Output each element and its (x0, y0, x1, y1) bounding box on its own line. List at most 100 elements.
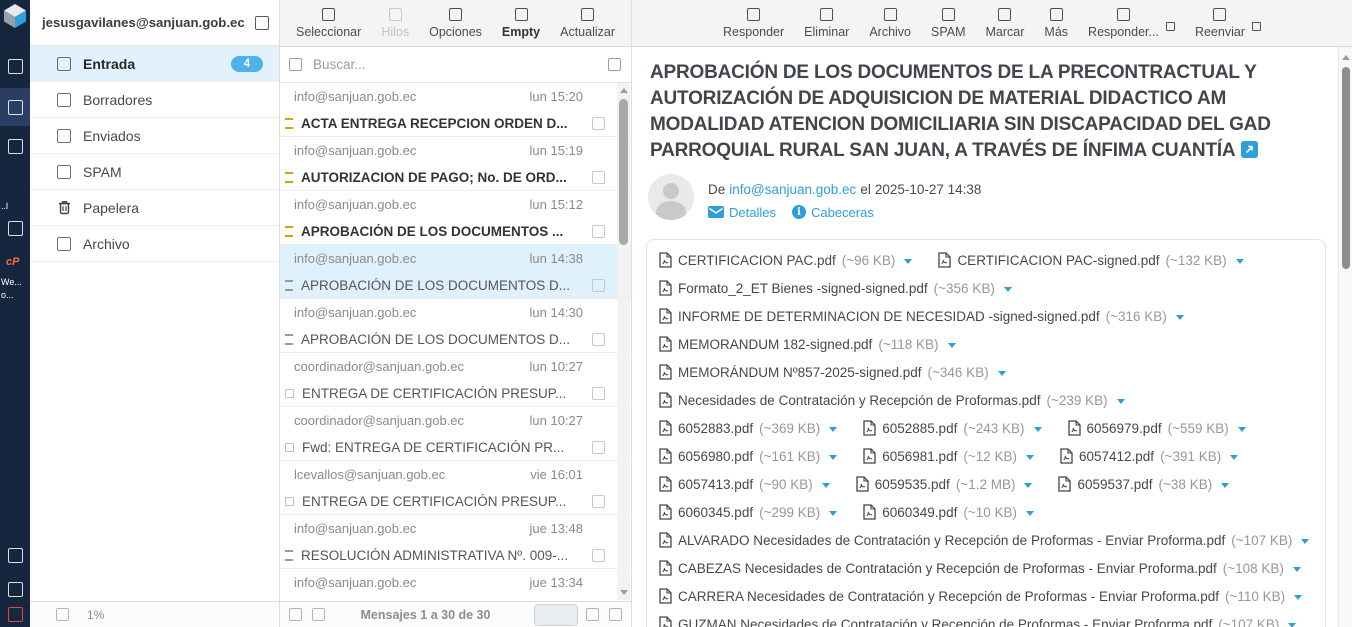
folder-item-entrada[interactable]: Entrada 4 (30, 46, 279, 82)
attachment-menu-icon[interactable] (829, 427, 837, 432)
attachment-item[interactable]: CERTIFICACION PAC.pdf (~96 KB) (659, 252, 912, 268)
message-scrollbar[interactable] (1338, 47, 1352, 627)
attachment-menu-icon[interactable] (1034, 427, 1042, 432)
message-checkbox[interactable] (592, 549, 605, 562)
message-row[interactable]: lcevallos@sanjuan.gob.ec vie 16:01 ENTRE… (280, 461, 631, 515)
attachment-menu-icon[interactable] (948, 343, 956, 348)
toolbar-button-seleccionar[interactable]: Seleccionar (296, 8, 361, 39)
message-checkbox[interactable] (592, 171, 605, 184)
toolbar-button-marcar[interactable]: Marcar (986, 8, 1025, 39)
taskbar-app-icon-3[interactable] (8, 221, 23, 236)
toolbar-button-archivo[interactable]: Archivo (869, 8, 911, 39)
attachment-item[interactable]: CARRERA Necesidades de Contratación y Re… (659, 588, 1302, 604)
attachment-menu-icon[interactable] (1238, 427, 1246, 432)
headers-link[interactable]: i Cabeceras (792, 205, 874, 220)
attachment-item[interactable]: 6060345.pdf (~299 KB) (659, 504, 837, 520)
attachment-menu-icon[interactable] (822, 483, 830, 488)
toolbar-button-empty[interactable]: Empty (502, 8, 540, 39)
prev-page-icon[interactable] (312, 608, 325, 621)
folder-item-papelera[interactable]: Papelera (30, 190, 279, 226)
attachment-menu-icon[interactable] (1117, 399, 1125, 404)
folder-item-archivo[interactable]: Archivo (30, 226, 279, 262)
attachment-menu-icon[interactable] (1176, 315, 1184, 320)
attachment-item[interactable]: 6060349.pdf (~10 KB) (863, 504, 1034, 520)
attachment-item[interactable]: 6052885.pdf (~243 KB) (863, 420, 1041, 436)
attachment-item[interactable]: 6059535.pdf (~1.2 MB) (856, 476, 1033, 492)
cpanel-logo-icon[interactable]: cP (6, 256, 19, 268)
attachment-menu-icon[interactable] (904, 259, 912, 264)
message-checkbox[interactable] (592, 333, 605, 346)
attachment-item[interactable]: INFORME DE DETERMINACION DE NECESIDAD -s… (659, 308, 1184, 324)
sender-email-link[interactable]: info@sanjuan.gob.ec (729, 182, 856, 197)
attachment-item[interactable]: MEMORÁNDUM Nº857-2025-signed.pdf (~346 K… (659, 364, 1006, 380)
attachment-item[interactable]: 6056980.pdf (~161 KB) (659, 448, 837, 464)
attachment-item[interactable]: 6059537.pdf (~38 KB) (1058, 476, 1229, 492)
toolbar-button-hilos[interactable]: Hilos (381, 8, 409, 39)
account-settings-icon[interactable] (255, 16, 269, 30)
attachment-item[interactable]: Formato_2_ET Bienes -signed-signed.pdf (… (659, 280, 1012, 296)
attachment-menu-icon[interactable] (1288, 623, 1296, 627)
attachment-menu-icon[interactable] (1293, 567, 1301, 572)
toolbar-button-responder[interactable]: Responder... (1088, 8, 1159, 39)
folder-item-borradores[interactable]: Borradores (30, 82, 279, 118)
attachment-menu-icon[interactable] (1301, 539, 1309, 544)
attachment-item[interactable]: CABEZAS Necesidades de Contratación y Re… (659, 560, 1301, 576)
taskbar-app-icon-1[interactable] (8, 59, 23, 74)
toolbar-button-m-s[interactable]: Más (1044, 8, 1068, 39)
attachment-menu-icon[interactable] (1236, 259, 1244, 264)
attachment-menu-icon[interactable] (1230, 455, 1238, 460)
page-number-input[interactable] (534, 604, 578, 626)
webmail-home-label-2[interactable]: o... (1, 290, 30, 300)
folder-item-enviados[interactable]: Enviados (30, 118, 279, 154)
toolbar-button-opciones[interactable]: Opciones (429, 8, 482, 39)
attachment-item[interactable]: GUZMAN Necesidades de Contratación y Rec… (659, 616, 1296, 627)
message-row[interactable]: info@sanjuan.gob.ec lun 15:20 ACTA ENTRE… (280, 83, 631, 137)
webmail-logo-icon[interactable] (2, 3, 28, 30)
attachment-menu-icon[interactable] (998, 371, 1006, 376)
taskbar-mail-icon[interactable] (8, 100, 23, 115)
open-in-new-window-icon[interactable] (1241, 141, 1258, 158)
message-row[interactable]: info@sanjuan.gob.ec lun 15:19 AUTORIZACI… (280, 137, 631, 191)
next-page-icon[interactable] (586, 608, 599, 621)
webmail-home-label-1[interactable]: We... (1, 277, 30, 287)
dropdown-arrow-icon[interactable] (1252, 22, 1261, 31)
last-page-icon[interactable] (609, 608, 622, 621)
attachment-menu-icon[interactable] (829, 455, 837, 460)
message-row[interactable]: info@sanjuan.gob.ec lun 14:38 APROBACIÓN… (280, 245, 631, 299)
message-checkbox[interactable] (592, 279, 605, 292)
search-options-icon[interactable] (608, 58, 621, 71)
toolbar-button-actualizar[interactable]: Actualizar (560, 8, 615, 39)
message-checkbox[interactable] (592, 117, 605, 130)
toolbar-button-responder[interactable]: Responder (723, 8, 784, 39)
attachment-menu-icon[interactable] (1026, 455, 1034, 460)
toolbar-button-eliminar[interactable]: Eliminar (804, 8, 849, 39)
message-row[interactable]: info@sanjuan.gob.ec jue 13:48 RESOLUCIÓN… (280, 515, 631, 569)
attachment-item[interactable]: Necesidades de Contratación y Recepción … (659, 392, 1125, 408)
toolbar-button-spam[interactable]: SPAM (931, 8, 966, 39)
attachment-item[interactable]: 6057412.pdf (~391 KB) (1060, 448, 1238, 464)
taskbar-app-icon-4[interactable] (8, 548, 23, 563)
message-row[interactable]: info@sanjuan.gob.ec jue 13:34 (280, 569, 631, 600)
attachment-menu-icon[interactable] (829, 511, 837, 516)
folder-item-spam[interactable]: SPAM (30, 154, 279, 190)
attachment-menu-icon[interactable] (1026, 511, 1034, 516)
search-input[interactable]: Buscar... (313, 57, 608, 72)
attachment-item[interactable]: 6057413.pdf (~90 KB) (659, 476, 830, 492)
attachment-menu-icon[interactable] (1221, 483, 1229, 488)
taskbar-logout-icon[interactable] (8, 607, 23, 622)
attachment-menu-icon[interactable] (1294, 595, 1302, 600)
search-bar[interactable]: Buscar... (280, 47, 631, 83)
attachment-menu-icon[interactable] (1004, 287, 1012, 292)
message-checkbox[interactable] (592, 495, 605, 508)
message-list-scrollbar[interactable] (617, 83, 630, 600)
message-row[interactable]: info@sanjuan.gob.ec lun 15:12 APROBACIÓN… (280, 191, 631, 245)
message-checkbox[interactable] (592, 441, 605, 454)
message-row[interactable]: info@sanjuan.gob.ec lun 14:30 APROBACIÓN… (280, 299, 631, 353)
first-page-icon[interactable] (289, 608, 302, 621)
message-checkbox[interactable] (592, 225, 605, 238)
attachment-item[interactable]: 6052883.pdf (~369 KB) (659, 420, 837, 436)
details-link[interactable]: Detalles (708, 205, 776, 220)
message-row[interactable]: coordinador@sanjuan.gob.ec lun 10:27 Fwd… (280, 407, 631, 461)
taskbar-app-icon-5[interactable] (8, 582, 23, 597)
select-all-checkbox[interactable] (289, 58, 302, 71)
